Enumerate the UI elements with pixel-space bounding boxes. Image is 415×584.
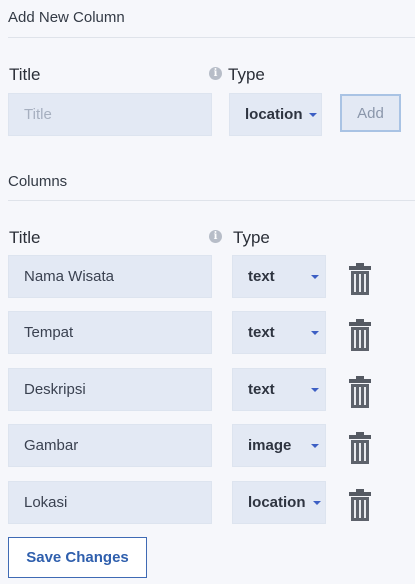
caret-down-icon xyxy=(311,443,319,448)
column-type-select[interactable]: text xyxy=(232,368,326,411)
trash-icon[interactable] xyxy=(349,263,371,295)
column-type-value: text xyxy=(248,324,275,341)
column-title-input[interactable]: Nama Wisata xyxy=(8,255,212,298)
column-title-input[interactable]: Gambar xyxy=(8,424,212,467)
column-type-select[interactable]: text xyxy=(232,255,326,298)
columns-title-label: Title xyxy=(9,228,41,247)
trash-icon[interactable] xyxy=(349,319,371,351)
caret-down-icon xyxy=(309,112,317,117)
new-column-title-input[interactable]: Title xyxy=(8,93,212,136)
column-type-value: location xyxy=(248,494,306,511)
caret-down-icon xyxy=(313,500,321,505)
caret-down-icon xyxy=(311,274,319,279)
column-type-value: text xyxy=(248,268,275,285)
column-title-input[interactable]: Tempat xyxy=(8,311,212,354)
columns-type-label: Type xyxy=(233,228,270,247)
column-type-select[interactable]: image xyxy=(232,424,326,467)
new-column-type-value: location xyxy=(245,106,303,123)
column-type-value: image xyxy=(248,437,292,454)
caret-down-icon xyxy=(311,387,319,392)
caret-down-icon xyxy=(311,330,319,335)
info-icon: i xyxy=(209,230,222,243)
columns-section-divider xyxy=(8,200,415,201)
columns-heading: Columns xyxy=(8,173,68,190)
add-section-divider xyxy=(8,37,415,38)
type-label: Type xyxy=(228,65,265,84)
title-label: Title xyxy=(9,65,41,84)
column-type-select[interactable]: location xyxy=(232,481,326,524)
column-type-select[interactable]: text xyxy=(232,311,326,354)
add-column-button[interactable]: Add xyxy=(340,94,401,132)
trash-icon[interactable] xyxy=(349,376,371,408)
add-column-heading: Add New Column xyxy=(8,9,125,26)
save-changes-button[interactable]: Save Changes xyxy=(8,537,147,578)
trash-icon[interactable] xyxy=(349,432,371,464)
column-title-input[interactable]: Lokasi xyxy=(8,481,212,524)
new-column-type-select[interactable]: location xyxy=(229,93,322,136)
column-type-value: text xyxy=(248,381,275,398)
info-icon: i xyxy=(209,67,222,80)
trash-icon[interactable] xyxy=(349,489,371,521)
column-title-input[interactable]: Deskripsi xyxy=(8,368,212,411)
